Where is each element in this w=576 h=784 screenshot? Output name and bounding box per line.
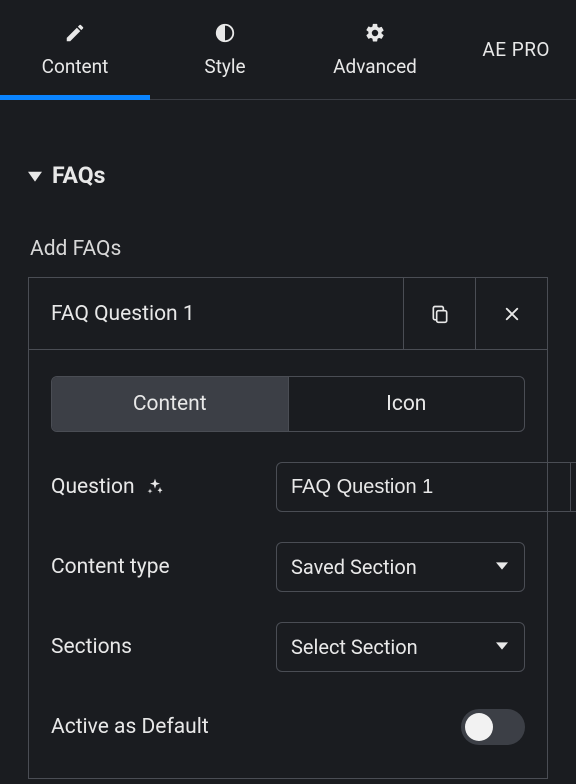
copy-icon [430, 303, 450, 325]
repeater-item-title: FAQ Question 1 [29, 278, 403, 349]
sections-value: Select Section [291, 635, 418, 659]
toggle-knob [465, 713, 493, 741]
question-control [276, 462, 576, 512]
sparkle-icon [145, 477, 165, 497]
tab-content[interactable]: Content [0, 0, 150, 99]
inner-tab-icon-label: Icon [386, 392, 426, 416]
question-label-text: Question [51, 475, 135, 499]
question-input[interactable] [276, 462, 571, 512]
active-default-toggle[interactable] [461, 709, 525, 745]
tab-advanced-label: Advanced [333, 55, 417, 78]
content-type-select[interactable]: Saved Section [276, 542, 525, 592]
inner-tabs: Content Icon [51, 376, 525, 432]
caret-down-icon [496, 560, 510, 574]
inner-tab-icon[interactable]: Icon [288, 377, 525, 431]
add-faqs-label: Add FAQs [30, 237, 548, 261]
section-title: FAQs [52, 162, 105, 189]
inner-tab-content-label: Content [133, 392, 207, 416]
close-icon [503, 305, 521, 323]
tab-style[interactable]: Style [150, 0, 300, 99]
section-header-faqs[interactable]: FAQs [28, 134, 548, 209]
row-active-default: Active as Default [51, 702, 525, 752]
gear-icon [363, 21, 387, 45]
repeater-item-header[interactable]: FAQ Question 1 [29, 278, 547, 350]
faq-repeater: FAQ Question 1 Content Icon [28, 277, 548, 779]
row-content-type: Content type Saved Section [51, 542, 525, 592]
brand-label: AE PRO [482, 38, 576, 61]
repeater-item-body: Content Icon Question [29, 350, 547, 778]
row-question: Question [51, 462, 525, 512]
question-label: Question [51, 475, 276, 499]
caret-down-icon [496, 640, 510, 654]
active-default-label: Active as Default [51, 715, 461, 739]
inner-tab-content[interactable]: Content [52, 377, 288, 431]
tab-advanced[interactable]: Advanced [300, 0, 450, 99]
sections-label: Sections [51, 635, 276, 659]
contrast-icon [213, 21, 237, 45]
content-type-label: Content type [51, 555, 276, 579]
sections-select[interactable]: Select Section [276, 622, 525, 672]
row-sections: Sections Select Section [51, 622, 525, 672]
main-tabs: Content Style Advanced AE PRO [0, 0, 576, 100]
duplicate-button[interactable] [403, 278, 475, 349]
panel-content: FAQs Add FAQs FAQ Question 1 Content [0, 100, 576, 779]
tab-content-label: Content [42, 55, 109, 78]
tab-style-label: Style [204, 55, 245, 78]
remove-button[interactable] [475, 278, 547, 349]
dynamic-tags-button[interactable] [571, 462, 576, 512]
caret-down-icon [28, 169, 42, 183]
content-type-value: Saved Section [291, 555, 417, 579]
pencil-icon [63, 21, 87, 45]
